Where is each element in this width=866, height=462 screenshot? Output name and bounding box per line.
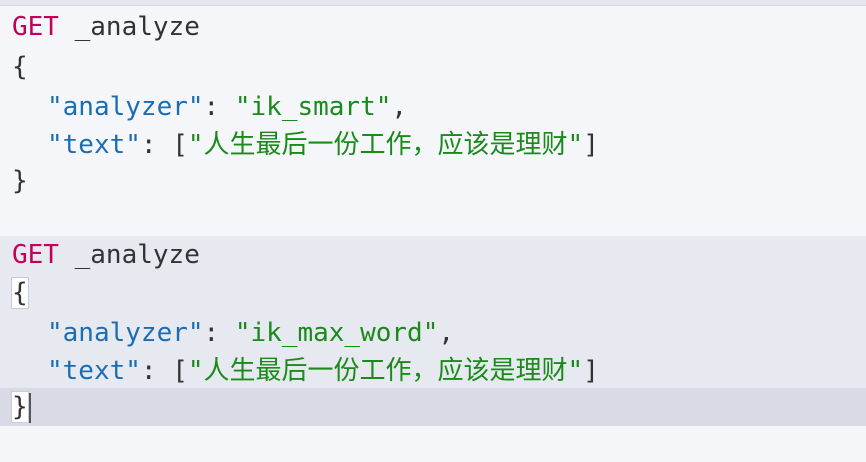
json-array-close: ] <box>583 356 599 386</box>
json-key: "analyzer" <box>47 92 204 122</box>
json-separator: : <box>203 92 235 122</box>
body-field-text-1[interactable]: "text": ["人生最后一份工作，应该是理财"] <box>47 126 599 164</box>
body-field-analyzer-1[interactable]: "analyzer": "ik_smart", <box>47 88 407 126</box>
json-string-value: "人生最后一份工作，应该是理财" <box>187 356 584 386</box>
json-separator: : <box>203 318 235 348</box>
close-brace: } <box>12 166 28 196</box>
open-brace: { <box>12 52 28 82</box>
request-line-1[interactable]: GET _analyze <box>12 8 200 46</box>
open-brace-line-1[interactable]: { <box>12 48 28 86</box>
body-field-text-2[interactable]: "text": ["人生最后一份工作，应该是理财"] <box>47 352 599 390</box>
json-array-close: ] <box>583 130 599 160</box>
close-brace-matched: } <box>11 391 29 423</box>
active-line[interactable]: } <box>0 388 866 426</box>
http-method: GET <box>12 12 59 42</box>
json-comma: , <box>438 318 455 348</box>
json-string-value: "ik_max_word" <box>234 318 439 348</box>
json-comma: , <box>391 92 408 122</box>
http-method: GET <box>12 240 59 270</box>
json-separator: : <box>140 130 173 160</box>
console-editor[interactable]: GET _analyze { "analyzer": "ik_smart", "… <box>0 6 866 462</box>
request-block-2[interactable]: GET _analyze { "analyzer": "ik_max_word"… <box>0 236 866 426</box>
request-block-1[interactable]: GET _analyze { "analyzer": "ik_smart", "… <box>0 6 866 206</box>
json-string-value: "ik_smart" <box>234 92 392 122</box>
json-key: "text" <box>47 130 141 160</box>
json-separator: : <box>140 356 173 386</box>
open-brace-matched: { <box>11 277 29 309</box>
close-brace-line-1[interactable]: } <box>12 162 28 200</box>
request-path: _analyze <box>74 240 200 270</box>
request-path: _analyze <box>74 12 200 42</box>
json-array-open: [ <box>172 356 188 386</box>
json-key: "analyzer" <box>47 318 204 348</box>
request-line-2[interactable]: GET _analyze <box>12 236 200 274</box>
json-string-value: "人生最后一份工作，应该是理财" <box>187 130 584 160</box>
json-array-open: [ <box>172 130 188 160</box>
body-field-analyzer-2[interactable]: "analyzer": "ik_max_word", <box>47 314 454 352</box>
open-brace-line-2[interactable]: { <box>11 274 29 312</box>
json-key: "text" <box>47 356 141 386</box>
text-cursor <box>28 392 31 423</box>
